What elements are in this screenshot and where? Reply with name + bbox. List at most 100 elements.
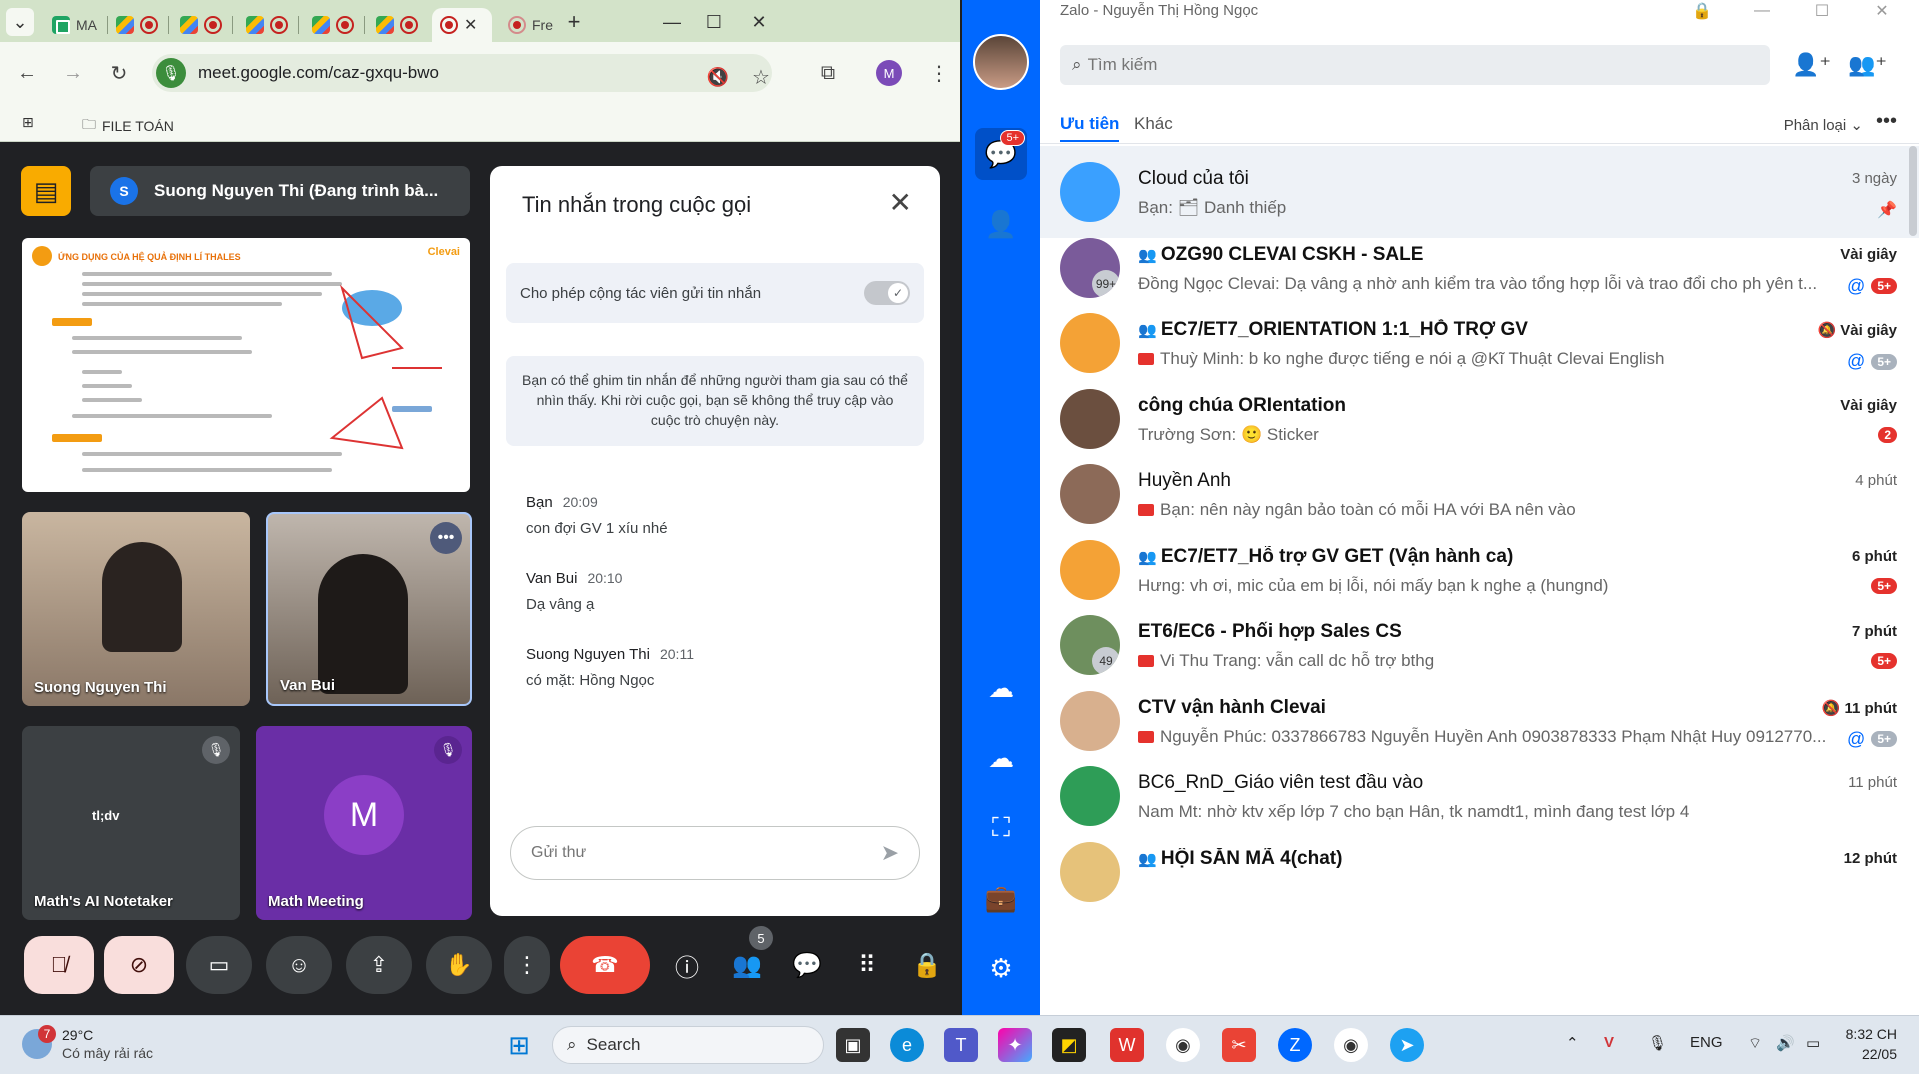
maximize-button[interactable]: ☐ [700, 8, 728, 36]
vpn-icon[interactable]: V [1604, 1034, 1614, 1051]
tab-sheet[interactable]: MA [44, 8, 116, 42]
info-icon: ⓘ [675, 954, 699, 982]
menu-kebab-icon[interactable]: ⋮ [926, 60, 952, 86]
tray-chevron-icon[interactable]: ⌃ [1566, 1034, 1579, 1052]
mention-icon: @ [1847, 351, 1866, 371]
reactions-button[interactable]: ☺ [266, 936, 332, 994]
tab-meet-3[interactable] [238, 8, 307, 42]
screenshot-nav[interactable]: ⛶ [975, 802, 1027, 854]
bookmark-folder[interactable]: 🗀 FILE TOÁN [82, 114, 174, 138]
create-group-icon[interactable]: 👥⁺ [1848, 52, 1887, 78]
user-avatar[interactable] [973, 34, 1029, 90]
video-tile-vanbui[interactable]: ••• Van Bui [266, 512, 472, 706]
sheets-icon [52, 16, 70, 34]
close-window-button[interactable]: ✕ [1862, 0, 1902, 22]
copilot-icon[interactable]: ✦ [998, 1028, 1032, 1062]
host-controls-button[interactable]: 🔒 [902, 936, 952, 994]
close-window-button[interactable]: ✕ [745, 8, 773, 36]
camera-toggle-button[interactable]: ⊘ [104, 936, 174, 994]
scrollbar[interactable] [1909, 146, 1917, 236]
add-friend-icon[interactable]: 👤⁺ [1792, 52, 1831, 78]
cloud-nav[interactable]: ☁ [975, 732, 1027, 784]
telegram-icon[interactable]: ➤ [1390, 1028, 1424, 1062]
mic-in-use-icon[interactable]: 🎙 [156, 58, 186, 88]
tab-meet-2[interactable] [172, 8, 241, 42]
video-tile-suong[interactable]: Suong Nguyen Thi [22, 512, 250, 706]
edge-icon[interactable]: e [890, 1028, 924, 1062]
extensions-icon[interactable]: ⧉ [815, 60, 841, 86]
zalo-icon[interactable]: Z [1278, 1028, 1312, 1062]
tab-meet-1[interactable] [108, 8, 177, 42]
tab-search-button[interactable]: ⌄ [6, 8, 34, 36]
meeting-info-button[interactable]: ⓘ [662, 936, 712, 994]
video-tile-math-meeting[interactable]: 🎙 M Math Meeting [256, 726, 472, 920]
people-button[interactable]: 👥 [722, 936, 772, 994]
taskbar-search[interactable]: ⌕ Search [552, 1026, 824, 1064]
sort-dropdown[interactable]: Phân loại ⌄ [1784, 116, 1863, 134]
chat-button[interactable]: 💬 [782, 936, 832, 994]
more-icon[interactable]: ••• [1876, 110, 1897, 133]
activities-button[interactable]: ⠿ [842, 936, 892, 994]
battery-icon[interactable]: ▭ [1806, 1034, 1820, 1052]
wps-icon[interactable]: W [1110, 1028, 1144, 1062]
profile-avatar[interactable]: M [876, 60, 902, 86]
settings-nav[interactable]: ⚙ [975, 942, 1027, 994]
emoji-icon: ☺ [287, 952, 311, 977]
video-tile-notetaker[interactable]: 🎙 tl;dv Math's AI Notetaker [22, 726, 240, 920]
weather-widget[interactable]: 7 29°C Có mây rải rác [22, 1025, 153, 1062]
close-icon[interactable]: ✕ [889, 186, 912, 219]
tab-priority[interactable]: Ưu tiên [1060, 114, 1120, 142]
allow-messages-toggle[interactable] [864, 281, 910, 305]
tab-meet-active[interactable]: ✕ [432, 8, 492, 42]
clock[interactable]: 8:32 CH 22/05 [1846, 1024, 1897, 1064]
presentation-icon[interactable]: ▤ [21, 166, 71, 216]
more-options-icon[interactable]: ••• [430, 522, 462, 554]
lock-icon[interactable]: 🔒 [1682, 0, 1722, 22]
microphone-icon[interactable]: 🎙 [1648, 1034, 1667, 1052]
new-tab-button[interactable]: + [560, 8, 588, 36]
leave-call-button[interactable]: ☎ [560, 936, 650, 994]
close-tab-icon[interactable]: ✕ [464, 15, 477, 35]
bookmark-star-icon[interactable]: ☆ [748, 64, 774, 90]
zcloud-nav[interactable]: ☁ [975, 662, 1027, 714]
task-view-icon[interactable]: ▣ [836, 1028, 870, 1062]
chat-input[interactable] [531, 844, 831, 862]
back-icon[interactable]: ← [14, 60, 40, 86]
search-box[interactable]: ⌕ [1060, 45, 1770, 85]
shared-slide[interactable]: ỨNG DỤNG CỦA HỆ QUẢ ĐỊNH LÍ THALES Cleva… [22, 238, 470, 492]
reload-icon[interactable]: ↻ [106, 60, 132, 86]
snipping-tool-icon[interactable]: ✂ [1222, 1028, 1256, 1062]
mic-toggle-button[interactable]: 🎙̸ [24, 936, 94, 994]
captions-button[interactable]: ▭ [186, 936, 252, 994]
tab-muted-icon[interactable]: 🔇 [705, 64, 731, 90]
address-bar[interactable]: 🎙 meet.google.com/caz-gxqu-bwo [152, 54, 772, 92]
volume-icon[interactable]: 🔊 [1776, 1034, 1795, 1052]
maximize-button[interactable]: ☐ [1802, 0, 1842, 22]
conversation-item[interactable]: 👥 HỘI SĂN MÃ 4(chat) 12 phút [1040, 826, 1919, 918]
language-indicator[interactable]: ENG [1690, 1034, 1723, 1051]
wifi-icon[interactable]: ⌔ [1748, 1034, 1762, 1053]
send-icon[interactable]: ➤ [881, 840, 899, 866]
tab-meet-5[interactable] [368, 8, 426, 42]
tab-meet-4[interactable] [304, 8, 373, 42]
contacts-nav[interactable]: 👤 [975, 198, 1027, 250]
search-input[interactable] [1087, 55, 1688, 75]
chat-input-box[interactable]: ➤ [510, 826, 920, 880]
tools-nav[interactable]: 💼 [975, 872, 1027, 924]
teams-icon[interactable]: T [944, 1028, 978, 1062]
tab-other[interactable]: Fre [500, 8, 561, 42]
present-button[interactable]: ⇪ [346, 936, 412, 994]
apps-grid-icon[interactable]: ⊞ [22, 114, 34, 131]
raise-hand-button[interactable]: ✋ [426, 936, 492, 994]
presenter-chip[interactable]: S Suong Nguyen Thi (Đang trình bà... [90, 166, 470, 216]
forward-icon[interactable]: → [60, 60, 86, 86]
chrome-profile-icon[interactable]: ◉ [1334, 1028, 1368, 1062]
minimize-button[interactable]: — [1742, 0, 1782, 22]
chrome-icon[interactable]: ◉ [1166, 1028, 1200, 1062]
start-icon[interactable]: ⊞ [502, 1028, 536, 1062]
messages-nav[interactable]: 💬 5+ [975, 128, 1027, 180]
minimize-button[interactable]: — [658, 8, 686, 36]
sticky-notes-icon[interactable]: ◩ [1052, 1028, 1086, 1062]
more-options-button[interactable]: ⋮ [504, 936, 550, 994]
tab-other[interactable]: Khác [1134, 114, 1173, 134]
